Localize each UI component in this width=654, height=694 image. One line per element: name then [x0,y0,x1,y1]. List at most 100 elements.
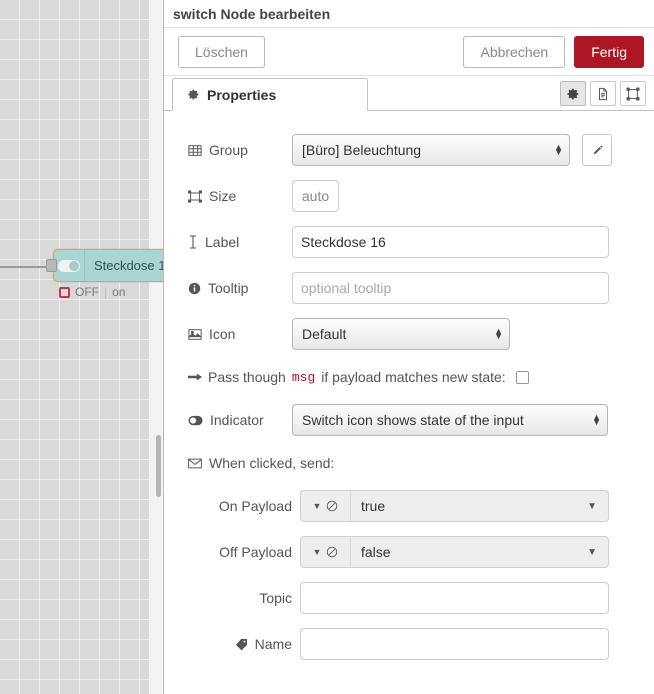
delete-button[interactable]: Löschen [178,36,265,68]
square-outline-icon [59,287,70,298]
dialog-tab-bar: Properties [164,76,654,111]
passthrough-code: msg [292,370,315,385]
table-icon [188,144,202,157]
appearance-icon [626,87,640,101]
on-payload-field: ▼ true ▼ [292,490,609,522]
canvas-scrollbar-thumb[interactable] [156,435,161,497]
on-payload-dropdown-caret[interactable]: ▼ [587,501,608,512]
node-status-primary: OFF [75,285,99,299]
edit-node-dialog: switch Node bearbeiten Löschen Abbrechen… [163,0,654,694]
boolean-icon [326,500,338,512]
label-field [292,226,609,258]
image-icon [188,328,202,341]
on-payload-label-text: On Payload [219,498,292,514]
group-select[interactable]: [Büro] Beleuchtung ▲▼ [292,134,570,166]
tag-icon [235,638,248,651]
node-icon-container [54,250,85,281]
on-payload-typed-input[interactable]: ▼ true ▼ [300,490,609,522]
name-input[interactable] [300,628,609,660]
properties-form: Group [Büro] Beleuchtung ▲▼ [164,111,654,693]
flow-canvas[interactable]: Steckdose 16 OFF | on [0,0,163,694]
size-input[interactable] [292,180,339,212]
done-button[interactable]: Fertig [574,36,644,68]
appearance-icon-button[interactable] [620,81,646,106]
passthrough-text-before: Pass though [208,369,286,385]
node-status: OFF | on [59,285,125,299]
arrow-right-icon [188,371,202,383]
off-payload-value: false [351,544,587,560]
off-payload-type-selector[interactable]: ▼ [301,537,351,567]
toggle-on-icon [188,415,203,426]
tab-icon-group [560,81,646,106]
form-row-group: Group [Büro] Beleuchtung ▲▼ [164,127,654,173]
passthrough-checkbox[interactable] [516,371,529,384]
icon-field: Default ▲▼ [292,318,609,350]
icon-label: Icon [188,326,292,342]
object-group-icon [188,190,202,203]
tooltip-label: Tooltip [188,280,292,296]
indicator-select-value: Switch icon shows state of the input [302,412,584,428]
description-icon [596,87,610,101]
name-field [292,628,609,660]
pencil-icon [591,144,604,157]
boolean-icon [326,546,338,558]
icon-label-text: Icon [209,326,235,342]
off-payload-label: Off Payload [188,544,292,560]
properties-icon-button[interactable] [560,81,586,106]
group-label: Group [188,142,292,158]
form-row-icon: Icon Default ▲▼ [164,311,654,357]
description-icon-button[interactable] [590,81,616,106]
icon-select-value: Default [302,326,486,342]
edit-group-button[interactable] [582,134,612,166]
off-payload-field: ▼ false ▼ [292,536,609,568]
indicator-label-text: Indicator [210,412,264,428]
off-payload-typed-input[interactable]: ▼ false ▼ [300,536,609,568]
envelope-icon [188,458,202,469]
group-field: [Büro] Beleuchtung ▲▼ [292,134,612,166]
name-label-text: Name [255,636,292,652]
topic-input[interactable] [300,582,609,614]
when-clicked-text: When clicked, send: [209,455,334,471]
indicator-select[interactable]: Switch icon shows state of the input ▲▼ [292,404,608,436]
gear-icon [187,88,200,101]
updown-arrows-icon: ▲▼ [592,415,601,425]
topic-label: Topic [188,590,292,606]
group-select-value: [Büro] Beleuchtung [302,142,546,158]
switch-node[interactable]: Steckdose 16 [53,249,163,282]
gear-icon [566,87,580,101]
tab-properties[interactable]: Properties [172,78,368,111]
topic-label-text: Topic [259,590,292,606]
label-label-text: Label [205,234,239,250]
form-row-name: Name [164,621,654,667]
tooltip-input[interactable] [292,272,609,304]
form-row-size: Size [164,173,654,219]
passthrough-text-after: if payload matches new state: [321,369,505,385]
icon-select[interactable]: Default ▲▼ [292,318,510,350]
label-input[interactable] [292,226,609,258]
node-wire [0,266,52,268]
node-status-separator: | [104,285,107,299]
text-cursor-icon [188,235,198,249]
node-status-secondary: on [112,285,125,299]
cancel-button[interactable]: Abbrechen [463,36,565,68]
form-row-on-payload: On Payload ▼ true ▼ [164,483,654,529]
off-payload-dropdown-caret[interactable]: ▼ [587,547,608,558]
tooltip-field [292,272,609,304]
indicator-label: Indicator [188,412,292,428]
off-payload-label-text: Off Payload [219,544,292,560]
form-row-indicator: Indicator Switch icon shows state of the… [164,397,654,443]
form-row-tooltip: Tooltip [164,265,654,311]
on-payload-value: true [351,498,587,514]
indicator-field: Switch icon shows state of the input ▲▼ [292,404,609,436]
chevron-down-icon: ▼ [313,501,322,511]
node-input-port[interactable] [46,259,57,272]
size-label-text: Size [209,188,236,204]
canvas-right-gutter [149,0,163,694]
form-row-label: Label [164,219,654,265]
topic-field [292,582,609,614]
tab-properties-label: Properties [207,87,276,103]
chevron-down-icon: ▼ [313,547,322,557]
info-circle-icon [188,282,201,295]
on-payload-type-selector[interactable]: ▼ [301,491,351,521]
form-row-off-payload: Off Payload ▼ false ▼ [164,529,654,575]
